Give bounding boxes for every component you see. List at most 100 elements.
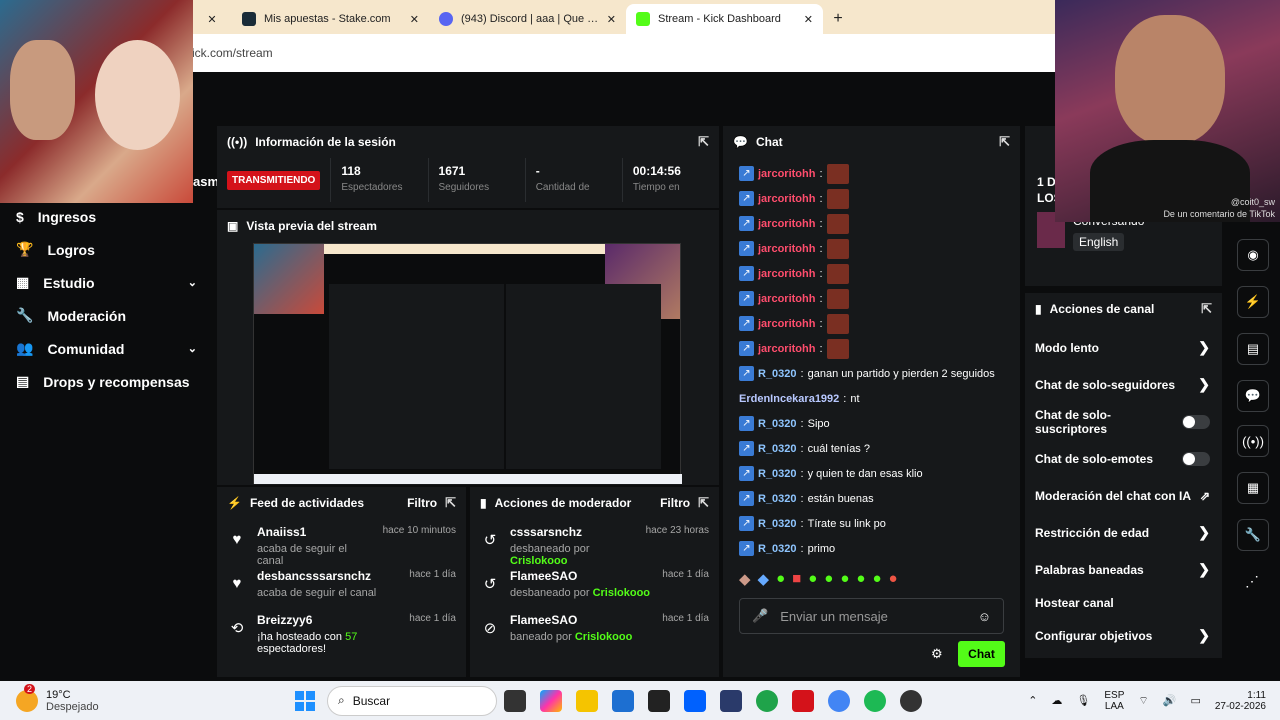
- dropbox-icon[interactable]: [684, 689, 706, 712]
- expand-icon[interactable]: ⇱: [999, 134, 1010, 150]
- close-icon[interactable]: ✕: [607, 13, 616, 26]
- action-emotes-only[interactable]: Chat de solo-emotes: [1025, 440, 1222, 477]
- chat-username[interactable]: R_0320: [758, 493, 797, 505]
- chat-username[interactable]: jarcoritohh: [758, 318, 815, 330]
- chat-username[interactable]: jarcoritohh: [758, 168, 815, 180]
- task-view-icon[interactable]: [504, 689, 526, 712]
- notes-icon[interactable]: ▤: [1237, 333, 1269, 365]
- emote-icon[interactable]: ■: [792, 570, 801, 588]
- tab-kick[interactable]: Stream - Kick Dashboard ✕: [626, 4, 823, 34]
- amazon-icon[interactable]: [648, 689, 670, 712]
- file-explorer-icon[interactable]: [576, 689, 598, 712]
- sidebar-item-ingresos[interactable]: $ Ingresos: [0, 200, 215, 233]
- chevron-up-icon[interactable]: ⌃: [1028, 694, 1037, 707]
- emote-icon[interactable]: ●: [808, 570, 817, 588]
- chat-username[interactable]: R_0320: [758, 518, 797, 530]
- app-w-icon[interactable]: [792, 689, 814, 712]
- chat-username[interactable]: jarcoritohh: [758, 293, 815, 305]
- chat-username[interactable]: ErdenIncekara1992: [739, 393, 839, 405]
- action-label: Hostear canal: [1035, 595, 1114, 610]
- chevron-down-icon[interactable]: ⌄: [188, 342, 197, 355]
- action-host-channel[interactable]: Hostear canal: [1025, 588, 1222, 617]
- filter-button[interactable]: Filtro: [407, 496, 437, 510]
- chat-username[interactable]: jarcoritohh: [758, 243, 815, 255]
- volume-icon[interactable]: 🔊: [1163, 694, 1177, 707]
- wifi-icon[interactable]: ⌔: [1138, 694, 1148, 708]
- chat-bubble-icon[interactable]: 💬: [1237, 380, 1269, 412]
- tab-close-button[interactable]: ✕: [192, 4, 232, 34]
- mic-icon[interactable]: 🎤: [752, 608, 768, 624]
- emote-icon[interactable]: ●: [872, 570, 881, 588]
- expand-icon[interactable]: ⇱: [445, 495, 456, 511]
- filter-button[interactable]: Filtro: [660, 496, 690, 510]
- clock[interactable]: 1:11 27-02-2026: [1215, 690, 1266, 712]
- windows-start-icon[interactable]: [294, 690, 316, 712]
- emotes-only-toggle[interactable]: [1182, 451, 1210, 466]
- battery-icon[interactable]: ▭: [1190, 694, 1200, 707]
- new-tab-button[interactable]: +: [823, 4, 853, 34]
- emote-icon[interactable]: ●: [840, 570, 849, 588]
- edge-icon[interactable]: [756, 689, 778, 712]
- chat-username[interactable]: R_0320: [758, 543, 797, 555]
- tab-stake[interactable]: Mis apuestas - Stake.com ✕: [232, 4, 429, 34]
- wrench-icon[interactable]: 🔧: [1237, 519, 1269, 551]
- camera-icon[interactable]: ◉: [1237, 239, 1269, 271]
- action-followers-only[interactable]: Chat de solo-seguidores ❯: [1025, 366, 1222, 403]
- chat-username[interactable]: R_0320: [758, 468, 797, 480]
- emote-icon[interactable]: ◆: [739, 570, 751, 588]
- stream-preview-video[interactable]: [253, 243, 682, 484]
- taskbar-search[interactable]: ⌕ Buscar: [327, 685, 497, 716]
- bolt-icon[interactable]: ⚡: [1237, 286, 1269, 318]
- chrome-icon[interactable]: [828, 689, 850, 712]
- sidebar-item-comunidad[interactable]: 👥 Comunidad ⌄: [0, 332, 215, 365]
- emote-icon[interactable]: ◆: [758, 570, 770, 588]
- app-b-icon[interactable]: [720, 689, 742, 712]
- chat-username[interactable]: R_0320: [758, 418, 797, 430]
- sidebar-item-estudio[interactable]: ▦ Estudio ⌄: [0, 266, 215, 299]
- copilot-icon[interactable]: [540, 689, 562, 712]
- chat-username[interactable]: R_0320: [758, 443, 797, 455]
- action-banned-words[interactable]: Palabras baneadas ❯: [1025, 551, 1222, 588]
- sidebar-item-logros[interactable]: 🏆 Logros: [0, 233, 215, 266]
- expand-icon[interactable]: ⇱: [698, 134, 709, 150]
- action-age-restriction[interactable]: Restricción de edad ❯: [1025, 514, 1222, 551]
- action-configure-goals[interactable]: Configurar objetivos ❯: [1025, 617, 1222, 654]
- action-subscribers-only[interactable]: Chat de solo-suscriptores: [1025, 403, 1222, 440]
- sidebar-item-drops[interactable]: ▤ Drops y recompensas: [0, 365, 215, 398]
- chevron-down-icon[interactable]: ⌄: [188, 276, 197, 289]
- close-icon[interactable]: ✕: [410, 13, 419, 26]
- language-indicator[interactable]: ESP LAA: [1104, 690, 1124, 712]
- layout-icon[interactable]: ▦: [1237, 472, 1269, 504]
- emote-icon[interactable]: ●: [824, 570, 833, 588]
- expand-icon[interactable]: ⇱: [698, 495, 709, 511]
- address-bar[interactable]: ick.com/stream: [192, 34, 1055, 72]
- share-icon[interactable]: ⋰: [1245, 573, 1259, 590]
- chat-message-input[interactable]: 🎤 Enviar un mensaje ☺: [739, 598, 1004, 634]
- action-ai-moderation[interactable]: Moderación del chat con IA ⇗: [1025, 477, 1222, 514]
- chat-username[interactable]: jarcoritohh: [758, 268, 815, 280]
- store-icon[interactable]: [612, 689, 634, 712]
- cloud-icon[interactable]: ☁: [1051, 694, 1062, 707]
- broadcast-icon[interactable]: ((•)): [1237, 425, 1269, 457]
- emote-icon[interactable]: ●: [856, 570, 865, 588]
- mic-icon[interactable]: 🎙: [1076, 694, 1090, 707]
- tab-discord[interactable]: (943) Discord | aaa | Que Brille ✕: [429, 4, 626, 34]
- sidebar-item-moderacion[interactable]: 🔧 Moderación: [0, 299, 215, 332]
- chat-username[interactable]: jarcoritohh: [758, 343, 815, 355]
- send-chat-button[interactable]: Chat: [958, 641, 1005, 667]
- weather-widget[interactable]: 2 19°C Despejado: [16, 683, 266, 713]
- emote-icon[interactable]: ●: [776, 570, 785, 588]
- subscribers-only-toggle[interactable]: [1182, 414, 1210, 429]
- chat-username[interactable]: jarcoritohh: [758, 218, 815, 230]
- settings-gear-icon[interactable]: ⚙: [931, 646, 943, 662]
- chat-username[interactable]: R_0320: [758, 368, 797, 380]
- action-modo-lento[interactable]: Modo lento ❯: [1025, 329, 1222, 366]
- emote-icon[interactable]: ●: [889, 570, 898, 588]
- close-icon[interactable]: ✕: [804, 13, 813, 26]
- emoji-icon[interactable]: ☺: [978, 609, 991, 624]
- live-icon: ((•)): [227, 135, 248, 149]
- expand-icon[interactable]: ⇱: [1201, 301, 1212, 317]
- chat-username[interactable]: jarcoritohh: [758, 193, 815, 205]
- spotify-icon[interactable]: [864, 689, 886, 712]
- obs-icon[interactable]: [900, 689, 922, 712]
